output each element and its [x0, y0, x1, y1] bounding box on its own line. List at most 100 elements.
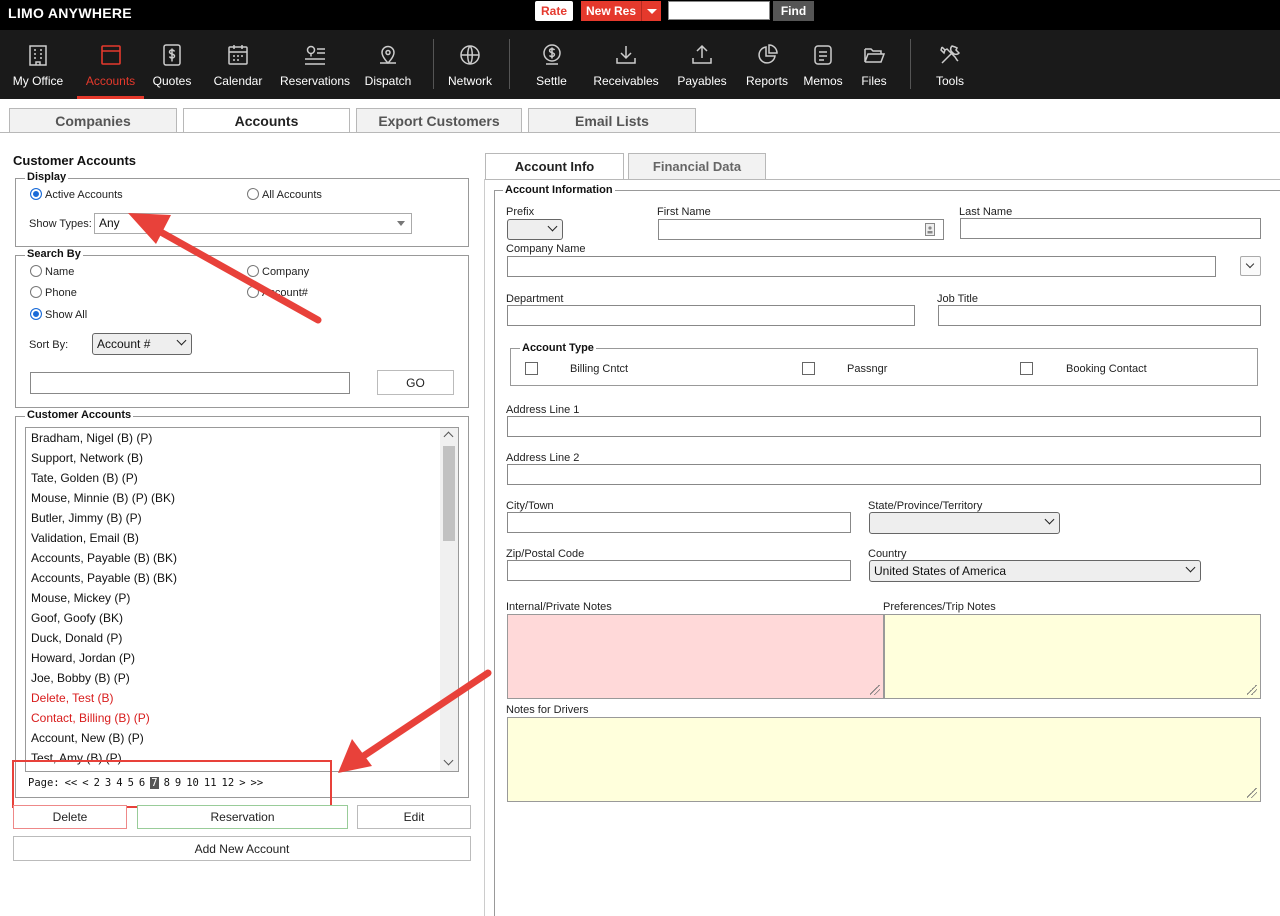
resize-grip-icon[interactable]: [1247, 685, 1257, 695]
country-select[interactable]: United States of America: [869, 560, 1201, 582]
search-input[interactable]: [30, 372, 350, 394]
all-accounts-radio[interactable]: All Accounts: [247, 188, 322, 201]
nav-tools[interactable]: Tools: [926, 30, 974, 99]
account-list-item[interactable]: Accounts, Payable (B) (BK): [26, 548, 438, 568]
account-list-item[interactable]: Mouse, Mickey (P): [26, 588, 438, 608]
delete-button[interactable]: Delete: [13, 805, 127, 829]
department-field[interactable]: [507, 305, 915, 326]
add-new-account-button[interactable]: Add New Account: [13, 836, 471, 861]
last-name-field[interactable]: [960, 218, 1261, 239]
account-list-item[interactable]: Contact, Billing (B) (P): [26, 708, 438, 728]
nav-receivables[interactable]: Receivables: [590, 30, 662, 99]
tab-financial-data[interactable]: Financial Data: [628, 153, 766, 180]
internal-notes-textarea[interactable]: [507, 614, 884, 699]
booking-contact-checkbox[interactable]: [1020, 362, 1033, 375]
new-res-button[interactable]: New Res: [581, 1, 641, 21]
find-button[interactable]: Find: [773, 1, 814, 21]
radio-empty-icon: [30, 286, 42, 298]
account-list-item[interactable]: Validation, Email (B): [26, 528, 438, 548]
chevron-down-icon: [1245, 259, 1255, 269]
account-list-item[interactable]: Howard, Jordan (P): [26, 648, 438, 668]
nav-settle[interactable]: Settle: [525, 30, 578, 99]
job-title-field[interactable]: [938, 305, 1261, 326]
tools-icon: [940, 45, 961, 64]
scroll-up-icon[interactable]: [443, 431, 454, 442]
sort-by-select[interactable]: Account #: [92, 333, 192, 355]
account-list-item[interactable]: Goof, Goofy (BK): [26, 608, 438, 628]
state-select[interactable]: [869, 512, 1060, 534]
account-list-item[interactable]: Account, New (B) (P): [26, 728, 438, 748]
tab-email-lists[interactable]: Email Lists: [528, 108, 696, 133]
radio-empty-icon: [30, 265, 42, 277]
account-list-item[interactable]: Tate, Golden (B) (P): [26, 468, 438, 488]
nav-reservations[interactable]: Reservations: [276, 30, 354, 99]
zip-field[interactable]: [507, 560, 851, 581]
nav-separator: [509, 39, 510, 89]
nav-payables[interactable]: Payables: [673, 30, 731, 99]
nav-quotes[interactable]: Quotes: [146, 30, 198, 99]
accounts-list[interactable]: Bradham, Nigel (B) (P) Support, Network (…: [25, 427, 459, 772]
account-list-item[interactable]: Duck, Donald (P): [26, 628, 438, 648]
account-list-item[interactable]: Butler, Jimmy (B) (P): [26, 508, 438, 528]
tab-accounts[interactable]: Accounts: [183, 108, 350, 133]
list-scrollbar[interactable]: [440, 428, 458, 771]
show-types-select[interactable]: Any: [94, 213, 412, 234]
tab-export-customers[interactable]: Export Customers: [356, 108, 522, 133]
search-show-all-radio[interactable]: Show All: [30, 308, 87, 321]
account-list-item[interactable]: Support, Network (B): [26, 448, 438, 468]
limo-anywhere-logo[interactable]: LIMO ANYWHERE: [8, 5, 132, 21]
account-info-border: [494, 190, 495, 916]
nav-my-office[interactable]: My Office: [4, 30, 72, 99]
edit-button[interactable]: Edit: [357, 805, 471, 829]
account-list-item[interactable]: Bradham, Nigel (B) (P): [26, 428, 438, 448]
scroll-thumb[interactable]: [443, 446, 455, 541]
account-list-item[interactable]: Delete, Test (B): [26, 688, 438, 708]
tab-account-info[interactable]: Account Info: [485, 153, 624, 180]
go-button[interactable]: GO: [377, 370, 454, 395]
driver-notes-label: Notes for Drivers: [506, 704, 589, 716]
download-tray-icon: [616, 46, 636, 64]
reservation-button[interactable]: Reservation: [137, 805, 348, 829]
accounts-list-items: Bradham, Nigel (B) (P) Support, Network (…: [26, 428, 438, 768]
city-field[interactable]: [507, 512, 851, 533]
account-list-item[interactable]: Joe, Bobby (B) (P): [26, 668, 438, 688]
rate-button[interactable]: Rate: [535, 1, 573, 21]
address-line-2-field[interactable]: [507, 464, 1261, 485]
nav-dispatch[interactable]: Dispatch: [359, 30, 417, 99]
search-phone-radio[interactable]: Phone: [30, 286, 77, 299]
address-line-1-field[interactable]: [507, 416, 1261, 437]
nav-files[interactable]: Files: [852, 30, 896, 99]
account-list-item[interactable]: Mouse, Minnie (B) (P) (BK): [26, 488, 438, 508]
nav-network[interactable]: Network: [441, 30, 499, 99]
nav-memos[interactable]: Memos: [800, 30, 846, 99]
active-accounts-radio[interactable]: Active Accounts: [30, 188, 123, 201]
nav-calendar[interactable]: Calendar: [205, 30, 271, 99]
search-company-radio[interactable]: Company: [247, 265, 309, 278]
scroll-down-icon[interactable]: [443, 755, 454, 766]
contact-card-icon[interactable]: [925, 223, 935, 236]
radio-empty-icon: [247, 188, 259, 200]
show-types-label: Show Types:: [29, 218, 92, 230]
resize-grip-icon[interactable]: [1247, 788, 1257, 798]
nav-reports[interactable]: Reports: [742, 30, 792, 99]
dollar-doc-icon: [163, 44, 181, 66]
find-input[interactable]: [668, 1, 770, 20]
company-lookup-button[interactable]: [1240, 256, 1261, 276]
search-name-radio[interactable]: Name: [30, 265, 74, 278]
nav-accounts[interactable]: Accounts: [77, 30, 144, 99]
account-list-item[interactable]: Accounts, Payable (B) (BK): [26, 568, 438, 588]
tab-companies[interactable]: Companies: [9, 108, 177, 133]
preferences-notes-textarea[interactable]: [884, 614, 1261, 699]
first-name-field[interactable]: [658, 219, 944, 240]
billing-contact-checkbox[interactable]: [525, 362, 538, 375]
passenger-checkbox[interactable]: [802, 362, 815, 375]
new-res-dropdown-icon[interactable]: [641, 1, 661, 21]
radio-empty-icon: [247, 286, 259, 298]
company-name-field[interactable]: [507, 256, 1216, 277]
driver-notes-textarea[interactable]: [507, 717, 1261, 802]
prefix-select[interactable]: [507, 219, 563, 240]
search-account-radio[interactable]: Account#: [247, 286, 308, 299]
job-title-label: Job Title: [937, 293, 978, 305]
panel-divider: [484, 179, 485, 916]
resize-grip-icon[interactable]: [870, 685, 880, 695]
